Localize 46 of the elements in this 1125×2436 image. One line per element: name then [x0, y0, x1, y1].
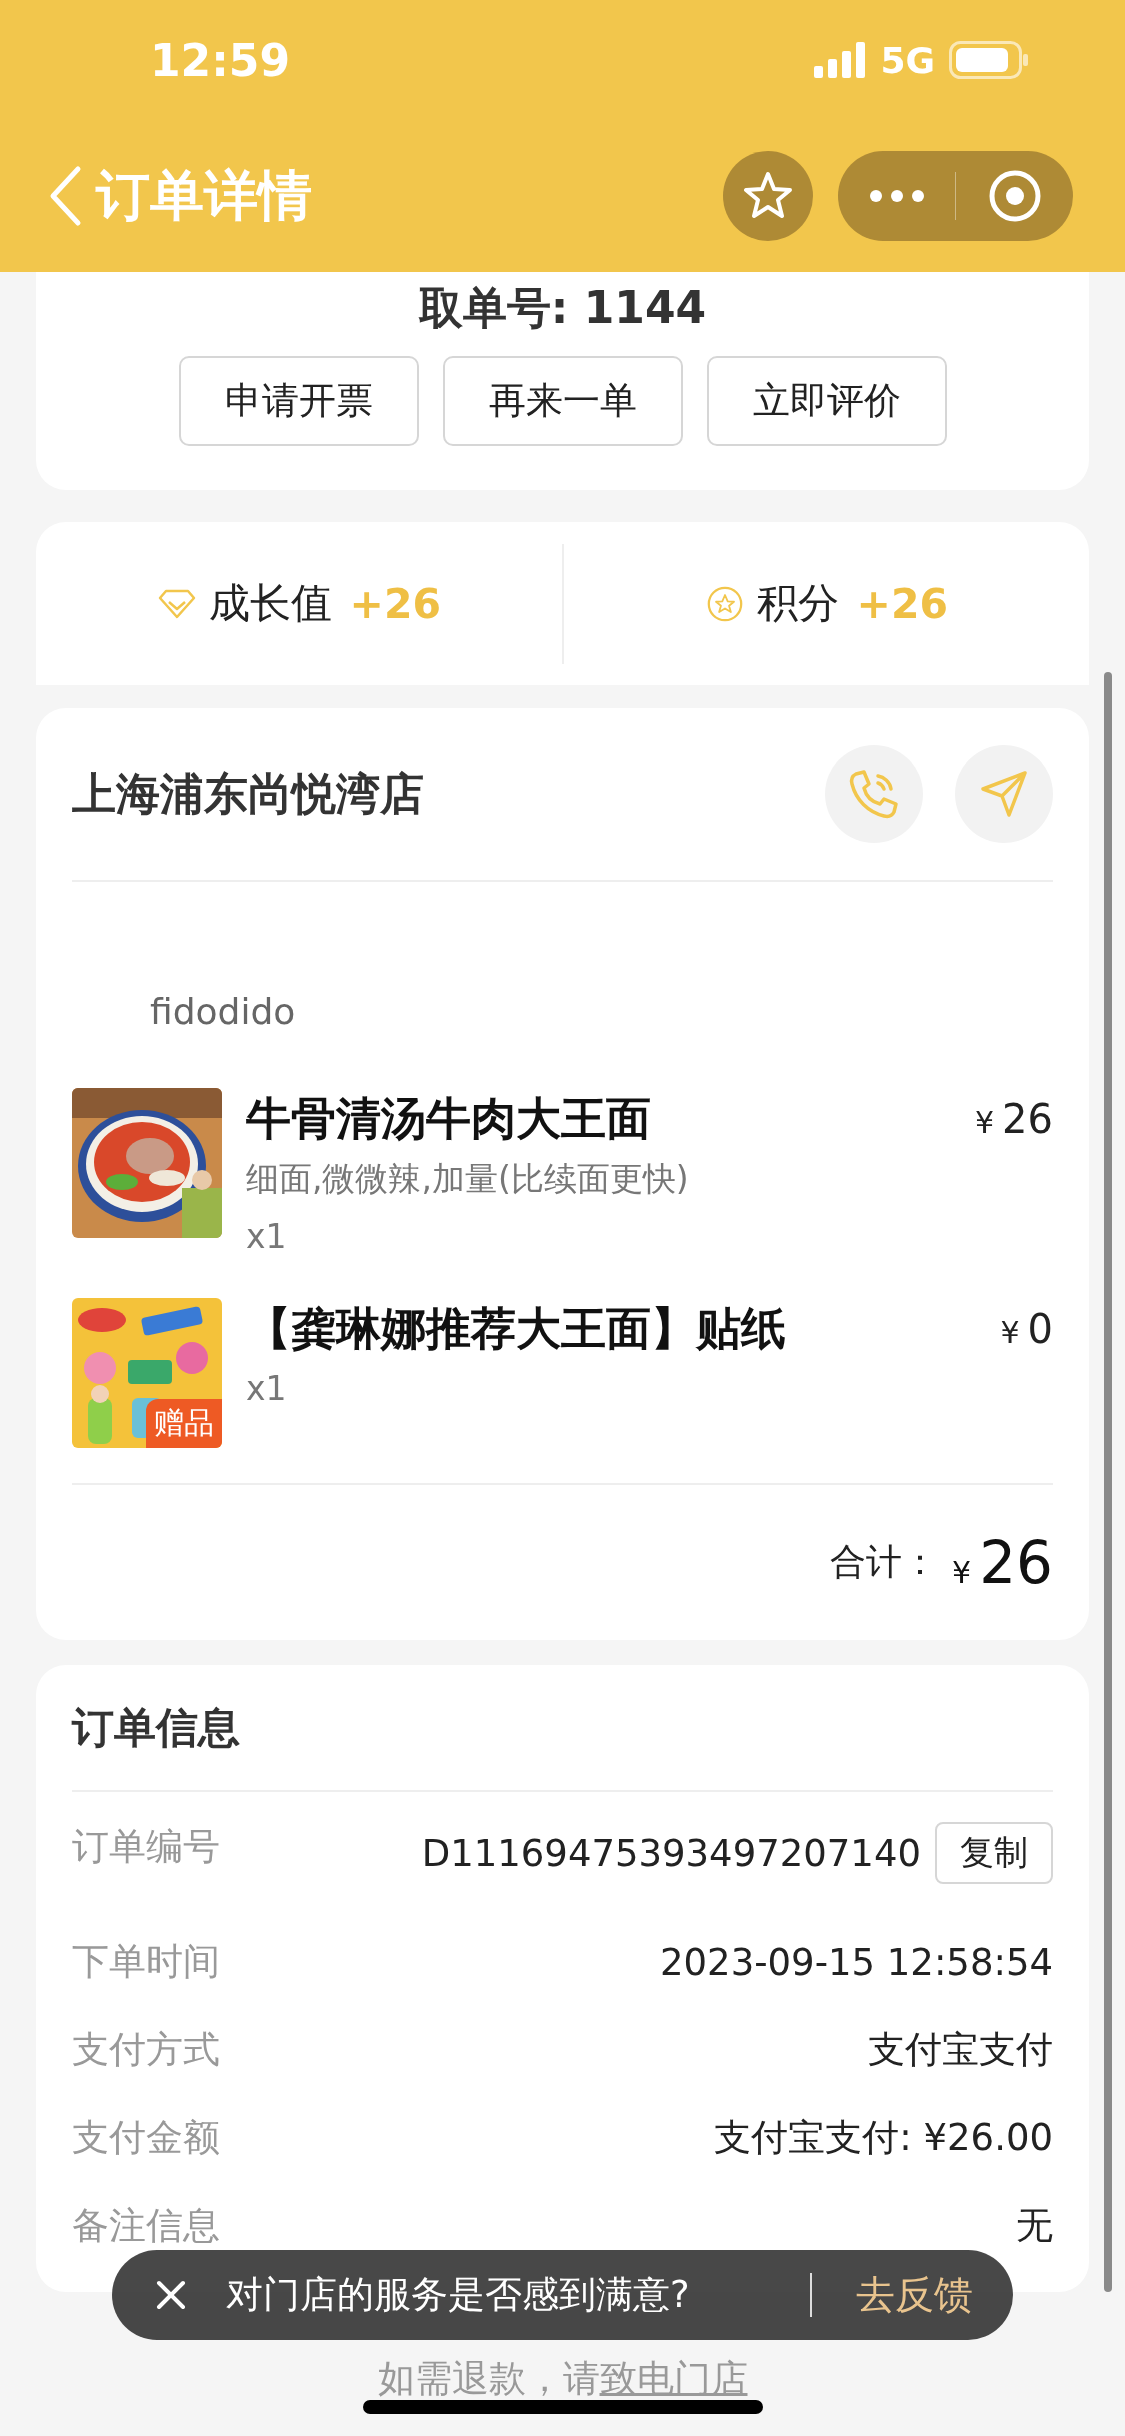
- customer-name: fidodido: [150, 990, 297, 1034]
- item-options: 细面,微微辣,加量(比续面更快): [246, 1150, 975, 1208]
- info-value: 无: [1016, 2203, 1053, 2249]
- refund-note: 如需退款，请致电门店: [377, 2357, 748, 2400]
- info-value: D11169475393497207140: [421, 1831, 921, 1875]
- section-title: 订单信息: [72, 1701, 240, 1754]
- navigation-icon: [978, 768, 1030, 820]
- item-quantity: x1: [246, 1216, 288, 1258]
- phone-icon: [848, 768, 900, 820]
- battery-icon: [949, 41, 1029, 79]
- signal-icon: [814, 42, 867, 78]
- info-value: 支付宝支付: [868, 2027, 1053, 2073]
- more-icon: [868, 189, 925, 203]
- store-name: 上海浦东尚悦湾店: [72, 766, 425, 821]
- info-label: 备注信息: [72, 2203, 220, 2249]
- info-label: 支付方式: [72, 2027, 220, 2073]
- target-icon: [987, 169, 1042, 223]
- item-name: 【龚琳娜推荐大王面】贴纸: [246, 1301, 787, 1357]
- item-quantity: x1: [246, 1368, 288, 1410]
- total-label: 合计：: [830, 1540, 939, 1584]
- reward-value: +26: [856, 579, 948, 628]
- page-title: 订单详情: [96, 162, 313, 229]
- info-value: 2023-09-15 12:58:54: [660, 1940, 1053, 1984]
- close-icon[interactable]: [156, 2280, 186, 2310]
- item-price: ¥ 0: [1000, 1305, 1053, 1354]
- toast-message: 对门店的服务是否感到满意?: [226, 2272, 691, 2318]
- copy-button[interactable]: 复制: [935, 1822, 1053, 1884]
- status-time: 12:59: [150, 34, 291, 86]
- pickup-number: 取单号: 1144: [418, 281, 707, 335]
- reward-value: +26: [349, 579, 441, 628]
- action-button[interactable]: 申请开票: [178, 356, 419, 446]
- action-button[interactable]: 立即评价: [706, 356, 947, 446]
- info-label: 支付金额: [72, 2115, 220, 2161]
- back-icon[interactable]: [48, 165, 82, 227]
- info-value: 支付宝支付: ¥26.00: [714, 2115, 1053, 2161]
- network-label: 5G: [880, 39, 935, 81]
- item-price: ¥ 26: [975, 1095, 1053, 1144]
- reward-label: 成长值: [208, 578, 332, 629]
- info-label: 订单编号: [72, 1824, 220, 1870]
- info-label: 下单时间: [72, 1939, 220, 1985]
- total-amount: ¥26: [952, 1528, 1053, 1597]
- gift-tag: 赠品: [146, 1399, 222, 1448]
- reward-label: 积分: [756, 578, 839, 629]
- action-button[interactable]: 再来一单: [442, 356, 683, 446]
- item-name: 牛骨清汤牛肉大王面: [246, 1091, 652, 1147]
- feedback-button[interactable]: 去反馈: [856, 2268, 973, 2322]
